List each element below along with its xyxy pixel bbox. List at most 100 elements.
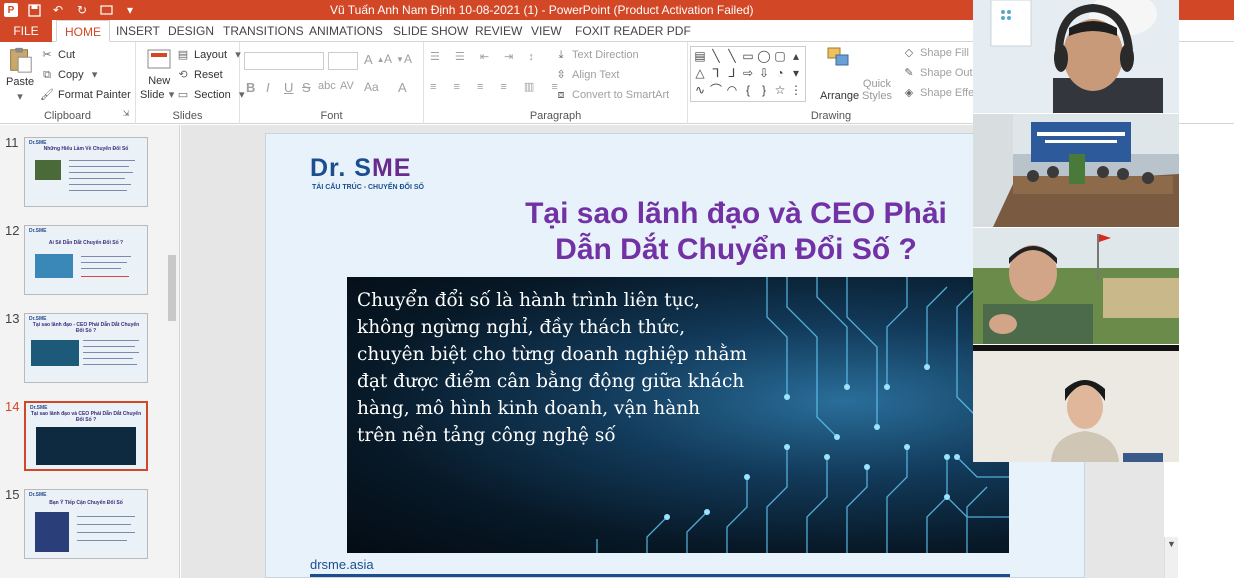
change-case-button[interactable]: Aa: [364, 80, 379, 94]
start-from-beginning-icon[interactable]: [98, 2, 114, 18]
layout-label: Layout: [194, 49, 228, 61]
brace-left-shape-icon[interactable]: {: [740, 82, 756, 99]
thumbnail-slide-15[interactable]: 15 Dr.SME Bạn Ý Tiếp Cận Chuyển Đổi Số: [0, 487, 165, 563]
thumb-line: [83, 364, 137, 365]
arc-shape-icon[interactable]: ◠: [724, 82, 740, 99]
slide-thumbnail[interactable]: Dr.SME Ai Sẽ Dẫn Dắt Chuyển Đổi Số ?: [24, 225, 148, 295]
thumbnail-slide-13[interactable]: 13 Dr.SME Tại sao lãnh đạo - CEO Phải Dẫ…: [0, 311, 165, 387]
paste-button[interactable]: Paste ▾: [6, 46, 34, 104]
line-shape-icon[interactable]: ╲: [724, 48, 740, 65]
video-tile-participant-female[interactable]: [973, 345, 1179, 462]
video-tile-participant-outdoor[interactable]: [973, 228, 1179, 344]
scroll-up-icon[interactable]: ▴: [788, 48, 804, 65]
slide-thumbnail[interactable]: Dr.SME Những Hiểu Lầm Về Chuyển Đổi Số: [24, 137, 148, 207]
slide-title[interactable]: Tại sao lãnh đạo và CEO Phải Dẫn Dắt Chu…: [436, 196, 1036, 268]
thumbnail-slide-12[interactable]: 12 Dr.SME Ai Sẽ Dẫn Dắt Chuyển Đổi Số ?: [0, 223, 165, 299]
alignment-buttons[interactable]: ≡ ≡ ≡ ≡ ▥ ≡: [430, 80, 565, 93]
thumb-logo: Dr.SME: [29, 492, 47, 498]
font-name-input[interactable]: [244, 52, 324, 70]
triangle-shape-icon[interactable]: △: [692, 65, 708, 82]
undo-icon[interactable]: ↶: [50, 2, 66, 18]
callout-shape-icon[interactable]: ◔: [772, 65, 788, 82]
arrow-right-shape-icon[interactable]: ⇨: [740, 65, 756, 82]
layout-button[interactable]: ▤ Layout ▾: [176, 48, 245, 62]
italic-button[interactable]: I: [266, 80, 270, 95]
customize-toolbar-icon[interactable]: ▾: [122, 2, 138, 18]
font-group-label: Font: [320, 110, 343, 122]
thumbnail-slide-11[interactable]: 11 Dr.SME Những Hiểu Lầm Về Chuyển Đổi S…: [0, 135, 165, 211]
arc-shape-icon[interactable]: ⌒: [708, 82, 724, 99]
slide-body-text[interactable]: Chuyển đổi số là hành trình liên tục, kh…: [357, 287, 797, 449]
tab-view[interactable]: VIEW: [531, 20, 562, 42]
format-painter-button[interactable]: 🖌 Format Painter: [40, 88, 131, 102]
strikethrough-button[interactable]: S: [302, 80, 311, 95]
reset-button[interactable]: ⟲ Reset: [176, 68, 222, 82]
bold-button[interactable]: B: [246, 80, 255, 95]
outdoor-participant-video-feed: [973, 228, 1179, 344]
slide-thumbnail[interactable]: Dr.SME Tại sao lãnh đạo - CEO Phải Dẫn D…: [24, 313, 148, 383]
scroll-down-arrow-icon[interactable]: ▼: [1165, 539, 1178, 549]
tab-file[interactable]: FILE: [0, 20, 52, 42]
convert-smartart-button[interactable]: ⧈ Convert to SmartArt: [554, 88, 670, 102]
clear-formatting-button[interactable]: A: [404, 52, 412, 66]
editor-vertical-scrollbar[interactable]: ▼: [1164, 537, 1178, 578]
circuit-board-image[interactable]: Chuyển đổi số là hành trình liên tục, kh…: [347, 277, 1009, 553]
grow-font-button[interactable]: A ▲: [364, 52, 385, 67]
current-slide[interactable]: Dr. SME TÁI CẤU TRÚC - CHUYỂN ĐỔI SỐ Tại…: [265, 133, 1085, 578]
rounded-rect-shape-icon[interactable]: ▢: [772, 48, 788, 65]
rectangle-shape-icon[interactable]: ▭: [740, 48, 756, 65]
thumbnails-scrollbar[interactable]: [166, 125, 178, 578]
character-spacing-button[interactable]: AV: [340, 80, 354, 92]
tab-transitions[interactable]: TRANSITIONS: [223, 20, 304, 42]
quick-styles-label-2: Styles: [862, 90, 892, 102]
align-text-label: Align Text: [572, 69, 620, 81]
slide-thumbnail-selected[interactable]: Dr.SME Tại sao lãnh đạo và CEO Phải Dẫn …: [24, 401, 148, 471]
video-tile-presenter[interactable]: [973, 0, 1179, 113]
star-shape-icon[interactable]: ☆: [772, 82, 788, 99]
shadow-button[interactable]: abc: [318, 80, 336, 92]
list-buttons[interactable]: ☰ ☰ ⇤ ⇥ ↕: [430, 50, 540, 63]
tab-review[interactable]: REVIEW: [475, 20, 522, 42]
tab-foxit-reader-pdf[interactable]: FOXIT READER PDF: [575, 20, 691, 42]
shapes-gallery[interactable]: ▤ ╲ ╲ ▭ ◯ ▢ ▴ △ ⅂ ⅃ ⇨ ⇩ ◔ ▾ ∿ ⌒ ◠{} ☆ ⋮: [690, 46, 806, 102]
underline-button[interactable]: U: [284, 80, 293, 95]
shrink-font-button[interactable]: A ▼: [384, 52, 404, 66]
arrange-button[interactable]: Arrange: [820, 47, 859, 102]
cut-button[interactable]: ✂ Cut: [40, 48, 75, 62]
scroll-down-icon[interactable]: ▾: [788, 65, 804, 82]
tab-home[interactable]: HOME: [56, 20, 110, 42]
curve-shape-icon[interactable]: ∿: [692, 82, 708, 99]
font-color-button[interactable]: A: [398, 80, 407, 95]
quick-styles-button[interactable]: Quick Styles: [862, 78, 892, 102]
save-icon[interactable]: [26, 2, 42, 18]
section-button[interactable]: ▭ Section ▾: [176, 88, 249, 102]
font-size-input[interactable]: [328, 52, 358, 70]
oval-shape-icon[interactable]: ◯: [756, 48, 772, 65]
shape-outline-button[interactable]: ✎ Shape Outli: [902, 66, 977, 80]
video-tile-meeting-room[interactable]: [973, 114, 1179, 227]
connector-shape-icon[interactable]: ⅂: [708, 65, 724, 82]
shape-effects-button[interactable]: ◈ Shape Effec: [902, 86, 980, 100]
textbox-shape-icon[interactable]: ▤: [692, 48, 708, 65]
dialog-launcher-icon[interactable]: ⇲: [119, 107, 133, 121]
tab-insert[interactable]: INSERT: [116, 20, 160, 42]
scrollbar-thumb[interactable]: [168, 255, 176, 321]
new-slide-button[interactable]: New Slide ▾: [140, 46, 178, 102]
connector-shape-icon[interactable]: ⅃: [724, 65, 740, 82]
shape-fill-button[interactable]: ◇ Shape Fill: [902, 46, 969, 60]
arrow-down-shape-icon[interactable]: ⇩: [756, 65, 772, 82]
line-shape-icon[interactable]: ╲: [708, 48, 724, 65]
copy-button[interactable]: ⧉ Copy ▾: [40, 68, 102, 82]
slide-number: 14: [5, 399, 20, 414]
thumb-line: [69, 190, 127, 191]
thumbnail-slide-14[interactable]: 14 Dr.SME Tại sao lãnh đạo và CEO Phải D…: [0, 399, 165, 475]
tab-animations[interactable]: ANIMATIONS: [309, 20, 383, 42]
tab-design[interactable]: DESIGN: [168, 20, 214, 42]
text-direction-button[interactable]: ⤓ Text Direction: [554, 48, 639, 62]
more-shapes-icon[interactable]: ⋮: [788, 82, 804, 99]
slide-thumbnail[interactable]: Dr.SME Bạn Ý Tiếp Cận Chuyển Đổi Số: [24, 489, 148, 559]
format-painter-label: Format Painter: [58, 89, 131, 101]
redo-icon[interactable]: ↻: [74, 2, 90, 18]
brace-right-shape-icon[interactable]: }: [756, 82, 772, 99]
tab-slide-show[interactable]: SLIDE SHOW: [393, 20, 468, 42]
